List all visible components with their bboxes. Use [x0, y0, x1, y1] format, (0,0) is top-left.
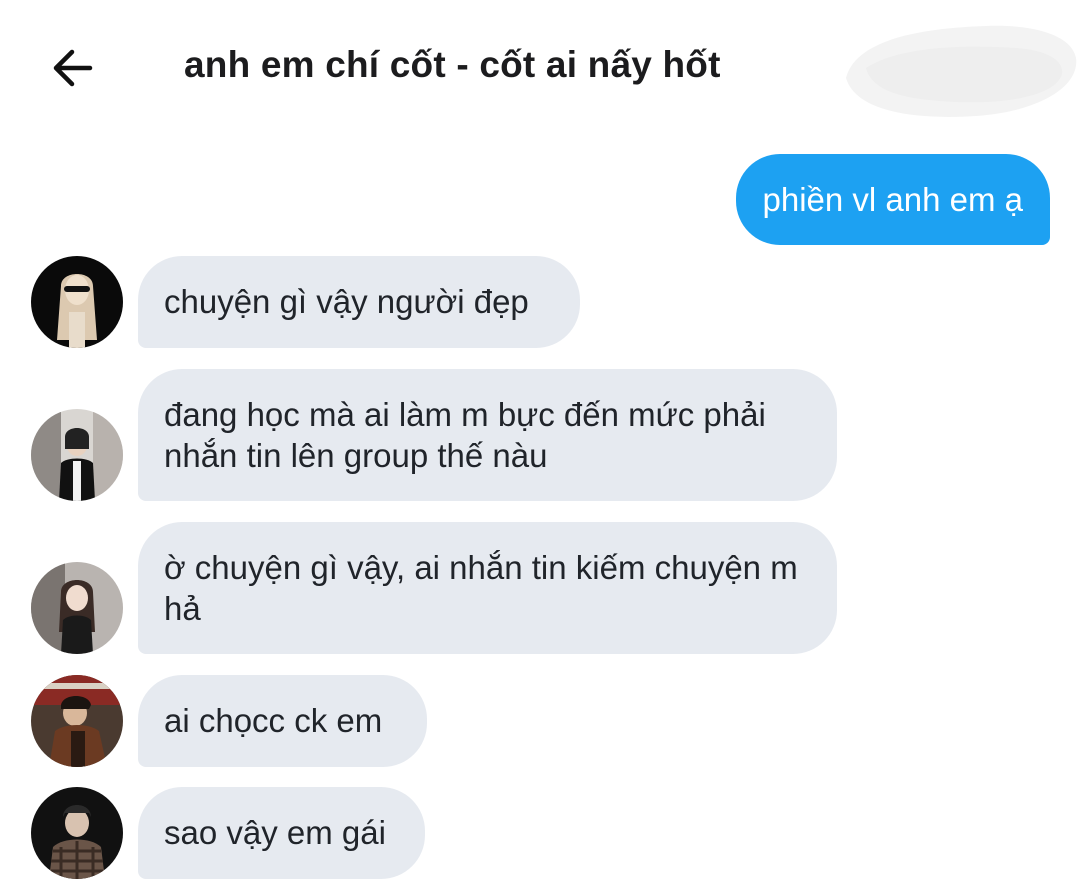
avatar-image — [31, 256, 123, 348]
sender-avatar[interactable] — [31, 409, 123, 501]
outgoing-message[interactable]: phiền vl anh em ạ — [736, 154, 1050, 245]
back-button[interactable] — [40, 40, 104, 96]
incoming-message[interactable]: sao vậy em gái — [138, 787, 425, 879]
conversation-title: anh em chí cốt - cốt ai nấy hốt — [184, 44, 721, 85]
sender-avatar[interactable] — [31, 256, 123, 348]
conversation-header: anh em chí cốt - cốt ai nấy hốt — [0, 0, 1080, 130]
incoming-message[interactable]: ờ chuyện gì vậy, ai nhắn tin kiếm chuyện… — [138, 522, 837, 654]
avatar-image — [31, 675, 123, 767]
sender-avatar[interactable] — [31, 562, 123, 654]
avatar-image — [31, 562, 123, 654]
arrow-left-icon — [53, 49, 93, 87]
avatar-image — [31, 787, 123, 879]
incoming-message[interactable]: ai chọcc ck em — [138, 675, 427, 767]
sender-avatar[interactable] — [31, 675, 123, 767]
incoming-message[interactable]: đang học mà ai làm m bực đến mức phải nh… — [138, 369, 837, 501]
redacted-smudge — [846, 25, 1077, 117]
avatar-image — [31, 409, 123, 501]
sender-avatar[interactable] — [31, 787, 123, 879]
incoming-message[interactable]: chuyện gì vậy người đẹp — [138, 256, 580, 348]
